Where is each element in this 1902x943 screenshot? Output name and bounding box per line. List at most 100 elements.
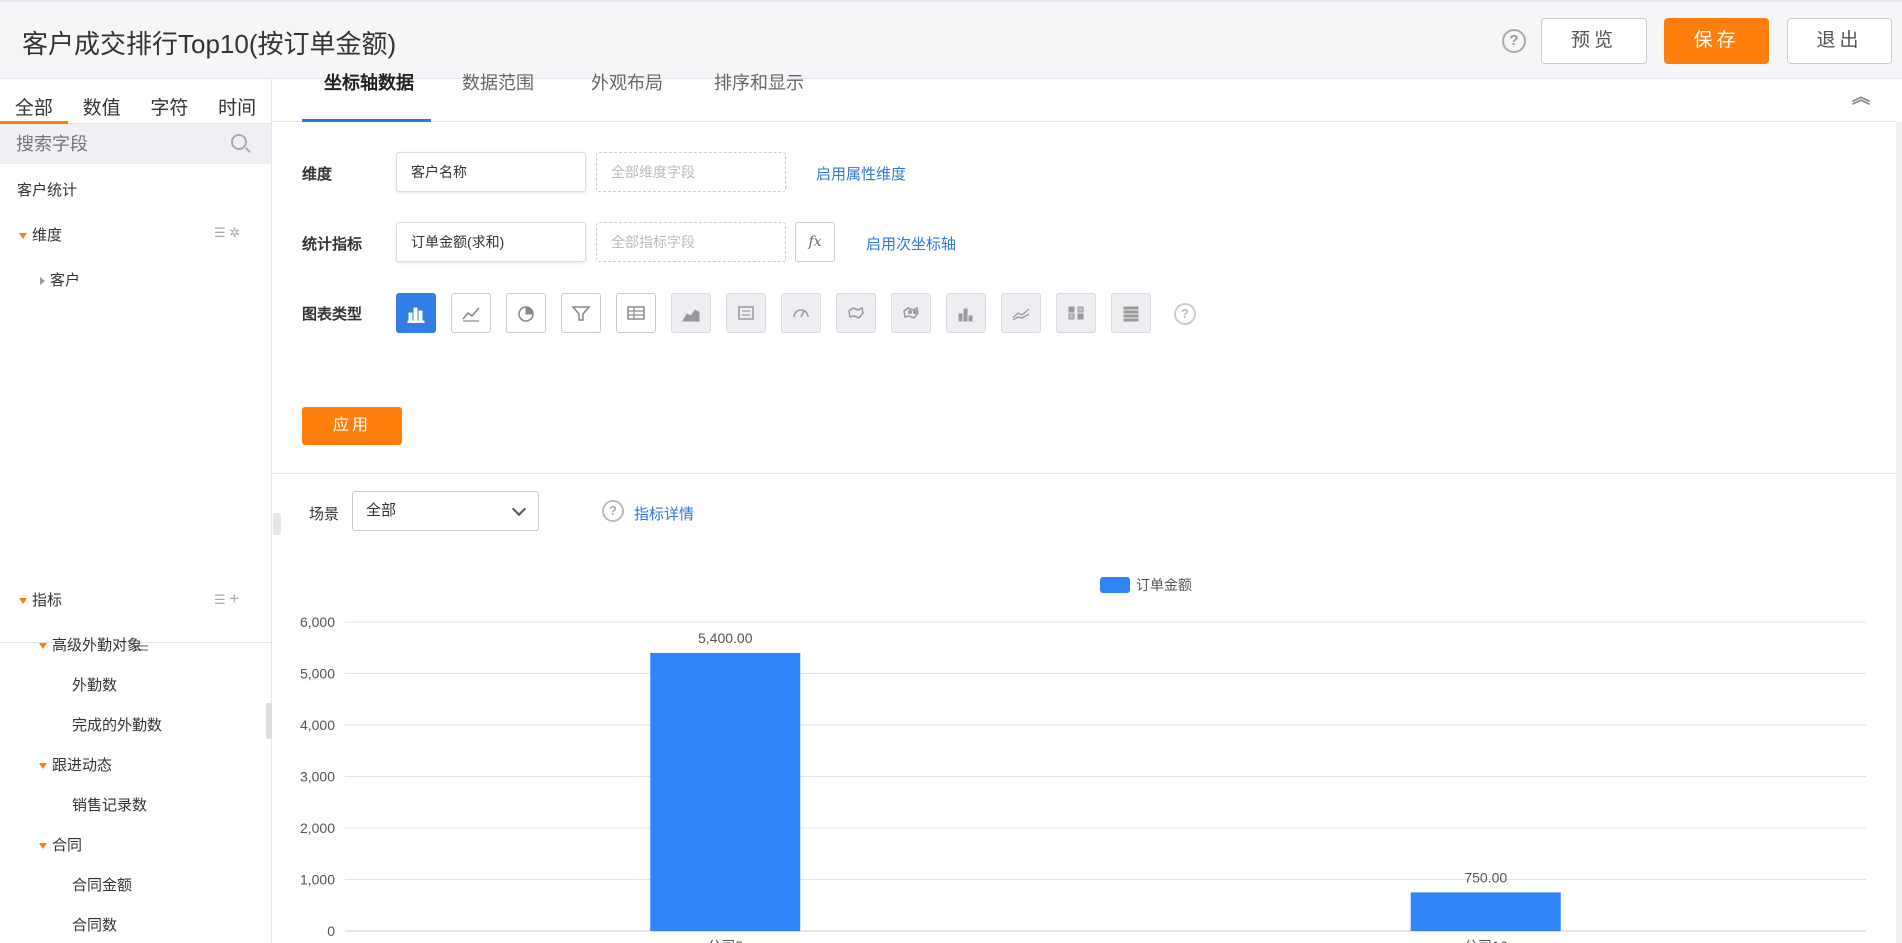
search-input[interactable] [0,124,220,164]
legend-label: 订单金额 [1136,577,1192,593]
tree-folder-label: 高级外勤对象 [52,637,143,654]
x-tick-label: 公司5 [707,938,743,943]
field-sidebar: 全部 数值 字符 时间 客户统计 维度 ☰ ✲ 客户 指标 ☰ + 高级外勤对象… [0,79,272,943]
stacked-bar-icon[interactable] [946,293,986,333]
y-tick-label: 2,000 [300,820,335,836]
data-label: 750.00 [1464,869,1507,885]
all-dimension-dropzone[interactable]: 全部维度字段 [596,152,786,192]
active-tab-indicator [302,119,431,122]
exit-button[interactable]: 退出 [1787,18,1892,64]
tree-folder-label: 跟进动态 [52,757,113,774]
pie-chart-icon[interactable] [506,293,546,333]
caret-down-icon [19,598,27,605]
formula-button[interactable]: fx [795,222,835,262]
tab-sort-display[interactable]: 排序和显示 [714,69,804,101]
legend-swatch [1100,577,1130,593]
metric-help-icon[interactable]: ? [602,500,624,522]
y-tick-label: 1,000 [300,872,335,888]
table-icon[interactable] [616,293,656,333]
metric-detail-link[interactable]: 指标详情 [634,503,694,524]
metric-field[interactable]: 订单金额(求和) [396,222,586,262]
metric-tools: ☰ + [214,589,239,609]
enable-secondary-axis-link[interactable]: 启用次坐标轴 [866,233,956,254]
field-search [0,124,271,164]
dimension-label: 维度 [302,166,333,183]
area-chart-icon[interactable] [671,293,711,333]
collapse-up-icon[interactable]: ︽ [1852,83,1870,109]
caret-right-icon [40,277,45,286]
y-tick-label: 5,000 [300,666,335,682]
main-scrollbar[interactable] [1896,122,1902,943]
gauge-icon[interactable] [781,293,821,333]
sort-icon[interactable]: ☰ [214,592,226,607]
apply-button[interactable]: 应用 [302,407,402,445]
section-divider [273,473,1896,474]
funnel-chart-icon[interactable] [561,293,601,333]
chevron-down-icon [511,501,527,517]
tree-folder-label: 合同 [52,837,83,854]
field-type-tabs: 全部 数值 字符 时间 [0,79,271,124]
scatter-map-icon[interactable] [891,293,931,333]
x-tick-label: 公司16 [1464,938,1508,943]
tree-leaf[interactable]: 销售记录数 [72,794,147,815]
search-icon[interactable] [231,134,247,150]
chart-type-label: 图表类型 [302,306,363,323]
tree-folder[interactable]: 合同 [39,834,82,855]
add-icon[interactable]: + [229,589,239,608]
dimension-group[interactable]: 维度 [19,224,62,245]
line-chart-icon[interactable] [451,293,491,333]
top-header: 客户成交排行Top10(按订单金额) ? 预览 保存 退出 [0,0,1902,79]
enable-attr-dimension-link[interactable]: 启用属性维度 [816,163,906,184]
map-icon[interactable] [836,293,876,333]
dimension-item[interactable]: 客户 [40,269,80,290]
tree-folder[interactable]: 跟进动态 [39,754,112,775]
bar [1410,892,1561,931]
sort-icon[interactable]: ☰ [214,225,226,240]
sidebar-scrollbar[interactable] [266,703,272,739]
tree-leaf[interactable]: 完成的外勤数 [72,714,162,735]
scene-select[interactable]: 全部 [352,491,539,531]
tree-folder[interactable]: 高级外勤对象 [39,634,142,655]
tab-appearance[interactable]: 外观布局 [591,69,663,101]
caret-down-icon [39,643,47,650]
dimension-tools: ☰ ✲ [214,225,240,241]
dimension-group-label: 维度 [32,227,63,244]
scene-label: 场景 [309,506,340,523]
bar [650,652,801,931]
tab-data-range[interactable]: 数据范围 [462,69,534,101]
metric-group-label: 指标 [32,592,63,609]
tab-numeric[interactable]: 数值 [68,79,136,123]
caret-down-icon [19,233,27,240]
pivot-table-icon[interactable] [1111,293,1151,333]
bar-chart: 订单金额 0 1,000 2,000 3,000 4,000 5,000 6,000 5,400… [300,577,1866,943]
tab-axis-data[interactable]: 坐标轴数据 [324,69,414,101]
y-tick-label: 0 [327,923,335,939]
text-card-icon[interactable] [726,293,766,333]
dataset-name: 客户统计 [17,182,78,199]
help-icon[interactable]: ? [1502,29,1526,53]
y-tick-label: 3,000 [300,769,335,785]
scene-select-value: 全部 [366,502,397,519]
dimension-field[interactable]: 客户名称 [396,152,586,192]
tab-all[interactable]: 全部 [0,79,68,124]
preview-button[interactable]: 预览 [1541,18,1647,64]
caret-down-icon [39,843,47,850]
metric-group[interactable]: 指标 [19,589,62,610]
tree-leaf[interactable]: 合同金额 [72,874,132,895]
gear-icon[interactable]: ✲ [229,225,240,240]
tree-leaf[interactable]: 合同数 [72,914,117,935]
tab-string[interactable]: 字符 [136,79,204,123]
dual-line-icon[interactable] [1001,293,1041,333]
chart-type-help-icon[interactable]: ? [1174,303,1196,325]
page-title: 客户成交排行Top10(按订单金额) [22,29,397,59]
main-panel: 坐标轴数据 数据范围 外观布局 排序和显示 ︽ 维度 客户名称 全部维度字段 启… [273,73,1902,943]
metric-label: 统计指标 [302,236,363,253]
save-button[interactable]: 保存 [1664,18,1769,64]
tree-leaf[interactable]: 外勤数 [72,674,117,695]
all-metric-dropzone[interactable]: 全部指标字段 [596,222,786,262]
y-tick-label: 4,000 [300,717,335,733]
data-label: 5,400.00 [698,630,753,646]
tab-time[interactable]: 时间 [203,79,271,123]
heatmap-icon[interactable] [1056,293,1096,333]
bar-chart-icon[interactable] [396,293,436,333]
